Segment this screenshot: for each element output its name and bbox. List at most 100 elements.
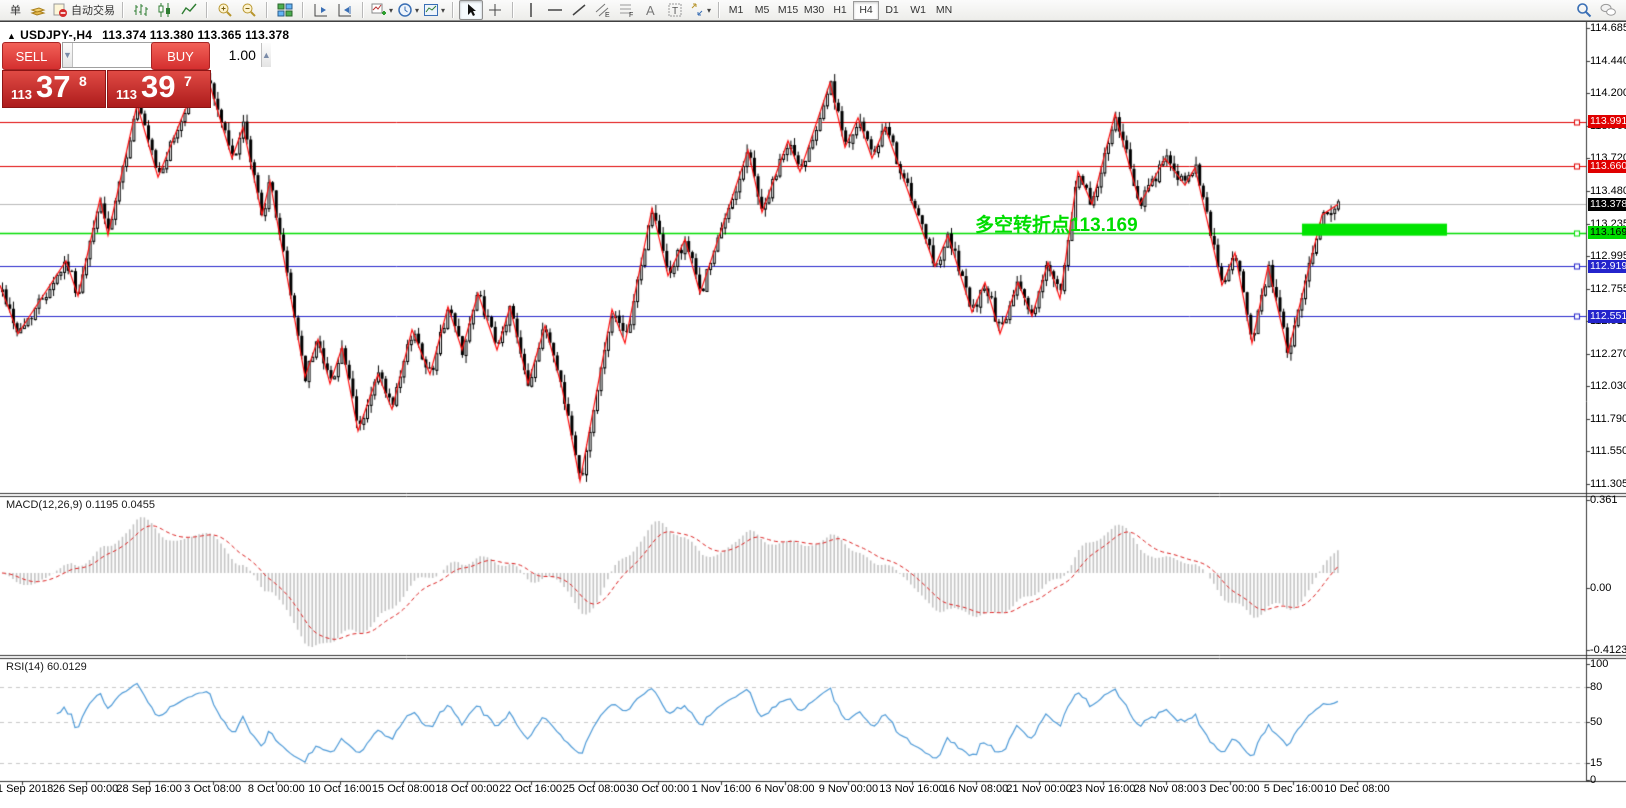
indicators-button[interactable]: ▾	[369, 0, 395, 20]
time-tick-label: 3 Oct 08:00	[184, 783, 241, 795]
zoom-in-button[interactable]	[213, 0, 237, 20]
toolbar: 单自动交易▾▾▾EFAT▾M1M5M15M30H1H4D1W1MN	[0, 0, 1626, 21]
new-order-button[interactable]: 单	[2, 0, 26, 20]
history-center-icon	[30, 2, 46, 18]
search-icon	[1576, 2, 1592, 18]
templates-icon	[423, 2, 439, 18]
buy-price-button[interactable]: 113 39 7	[107, 70, 211, 108]
chat-button[interactable]	[1596, 0, 1620, 20]
price-tick-label: 112.270	[1590, 348, 1626, 360]
autotrade-icon	[52, 2, 68, 18]
horizontal-line-button[interactable]	[543, 0, 567, 20]
vertical-line-icon	[523, 2, 539, 18]
rsi-tick-label: 80	[1590, 681, 1602, 693]
timeframe-h1-button[interactable]: H1	[827, 1, 853, 20]
timeframe-mn-button[interactable]: MN	[931, 1, 957, 20]
buy-price-sup: 7	[184, 73, 192, 89]
auto-scroll-icon	[313, 2, 329, 18]
price-tick-label: 111.790	[1590, 413, 1626, 425]
cursor-button[interactable]	[459, 0, 483, 20]
time-tick-label: 15 Oct 08:00	[372, 783, 435, 795]
toolbar-group: 单 自动交易	[0, 0, 119, 20]
toolbar-group	[271, 0, 299, 20]
resistance-line-price-label: 113.660	[1588, 160, 1626, 173]
support-line-price-label: 112.919	[1588, 260, 1626, 273]
chart-window: ▲ USDJPY-,H4 113.374 113.380 113.365 113.3…	[0, 21, 1626, 808]
search-button[interactable]	[1572, 0, 1596, 20]
timeframe-m5-button[interactable]: M5	[749, 1, 775, 20]
buy-button[interactable]: BUY	[151, 42, 210, 70]
sell-price-big: 37	[36, 69, 70, 105]
time-tick-label: 23 Nov 16:00	[1070, 783, 1135, 795]
pivot-annotation-text[interactable]: 多空转折点113.169	[975, 210, 1138, 237]
toolbar-right	[1572, 0, 1620, 20]
chart-shift-button[interactable]	[333, 0, 357, 20]
price-tick-label: 111.550	[1590, 445, 1626, 457]
buy-price-small: 113	[116, 87, 137, 102]
support-line-price-label: 112.551	[1588, 310, 1626, 323]
candle-chart-button[interactable]	[153, 0, 177, 20]
periods-button[interactable]: ▾	[395, 0, 421, 20]
vertical-line-button[interactable]	[519, 0, 543, 20]
text-label-button[interactable]: T	[663, 0, 687, 20]
rsi-tick-label: 50	[1590, 716, 1602, 728]
rsi-tick-label: 0	[1590, 774, 1596, 786]
toolbar-separator	[718, 2, 720, 18]
chevron-down-icon: ▾	[707, 6, 711, 15]
text-label-icon: T	[667, 2, 683, 18]
symbol-title: USDJPY-,H4	[20, 28, 92, 42]
autotrade-button[interactable]: 自动交易	[50, 0, 117, 20]
zoom-out-icon	[241, 2, 257, 18]
price-tick-label: 114.440	[1590, 55, 1626, 67]
chevron-down-icon: ▾	[441, 6, 445, 15]
timeframe-w1-button[interactable]: W1	[905, 1, 931, 20]
sell-button[interactable]: SELL	[2, 42, 61, 70]
line-chart-button[interactable]	[177, 0, 201, 20]
line-chart-icon	[181, 2, 197, 18]
crosshair-button[interactable]	[483, 0, 507, 20]
symbol-info-bar: ▲ USDJPY-,H4 113.374 113.380 113.365 113.3…	[7, 28, 289, 42]
trend-line-button[interactable]	[567, 0, 591, 20]
price-tick-label: 112.030	[1590, 380, 1626, 392]
arrows-icon	[689, 2, 705, 18]
sell-price-button[interactable]: 113 37 8	[2, 70, 106, 108]
collapse-icon[interactable]: ▲	[7, 31, 16, 41]
timeframe-m30-button[interactable]: M30	[801, 1, 827, 20]
history-center-button[interactable]	[26, 0, 50, 20]
time-tick-label: 28 Sep 16:00	[116, 783, 181, 795]
volume-increase-button[interactable]: ▲	[261, 43, 271, 67]
timeframe-m15-button[interactable]: M15	[775, 1, 801, 20]
time-tick-label: 5 Dec 16:00	[1264, 783, 1323, 795]
tile-windows-button[interactable]	[273, 0, 297, 20]
chevron-down-icon: ▾	[389, 6, 393, 15]
text-button[interactable]: A	[639, 0, 663, 20]
timeframe-m1-button[interactable]: M1	[723, 1, 749, 20]
ohlc-values: 113.374 113.380 113.365 113.378	[102, 28, 289, 42]
timeframe-d1-button[interactable]: D1	[879, 1, 905, 20]
bar-chart-button[interactable]	[129, 0, 153, 20]
arrows-button[interactable]: ▾	[687, 0, 713, 20]
toolbar-separator	[512, 2, 514, 18]
timeframe-h4-button[interactable]: H4	[853, 1, 879, 20]
zoom-out-button[interactable]	[237, 0, 261, 20]
equidistant-channel-icon: E	[595, 2, 611, 18]
time-tick-label: 9 Nov 00:00	[819, 783, 878, 795]
chart-canvas[interactable]	[0, 22, 1626, 808]
periods-icon	[397, 2, 413, 18]
svg-text:T: T	[672, 6, 678, 17]
price-tick-label: 113.480	[1590, 185, 1626, 197]
toolbar-separator	[452, 2, 454, 18]
time-tick-label: 10 Oct 16:00	[308, 783, 371, 795]
indicators-icon	[371, 2, 387, 18]
volume-decrease-button[interactable]: ▼	[63, 43, 73, 67]
equidistant-channel-button[interactable]: E	[591, 0, 615, 20]
svg-text:E: E	[605, 12, 610, 18]
fibonacci-button[interactable]: F	[615, 0, 639, 20]
one-click-trading-panel: SELL ▼ ▲ BUY 113 37 8 113 39 7	[2, 42, 210, 106]
auto-scroll-button[interactable]	[309, 0, 333, 20]
time-tick-label: 16 Nov 08:00	[943, 783, 1008, 795]
templates-button[interactable]: ▾	[421, 0, 447, 20]
time-tick-label: 22 Oct 16:00	[499, 783, 562, 795]
time-tick-label: 13 Nov 16:00	[879, 783, 944, 795]
svg-text:F: F	[629, 12, 633, 18]
